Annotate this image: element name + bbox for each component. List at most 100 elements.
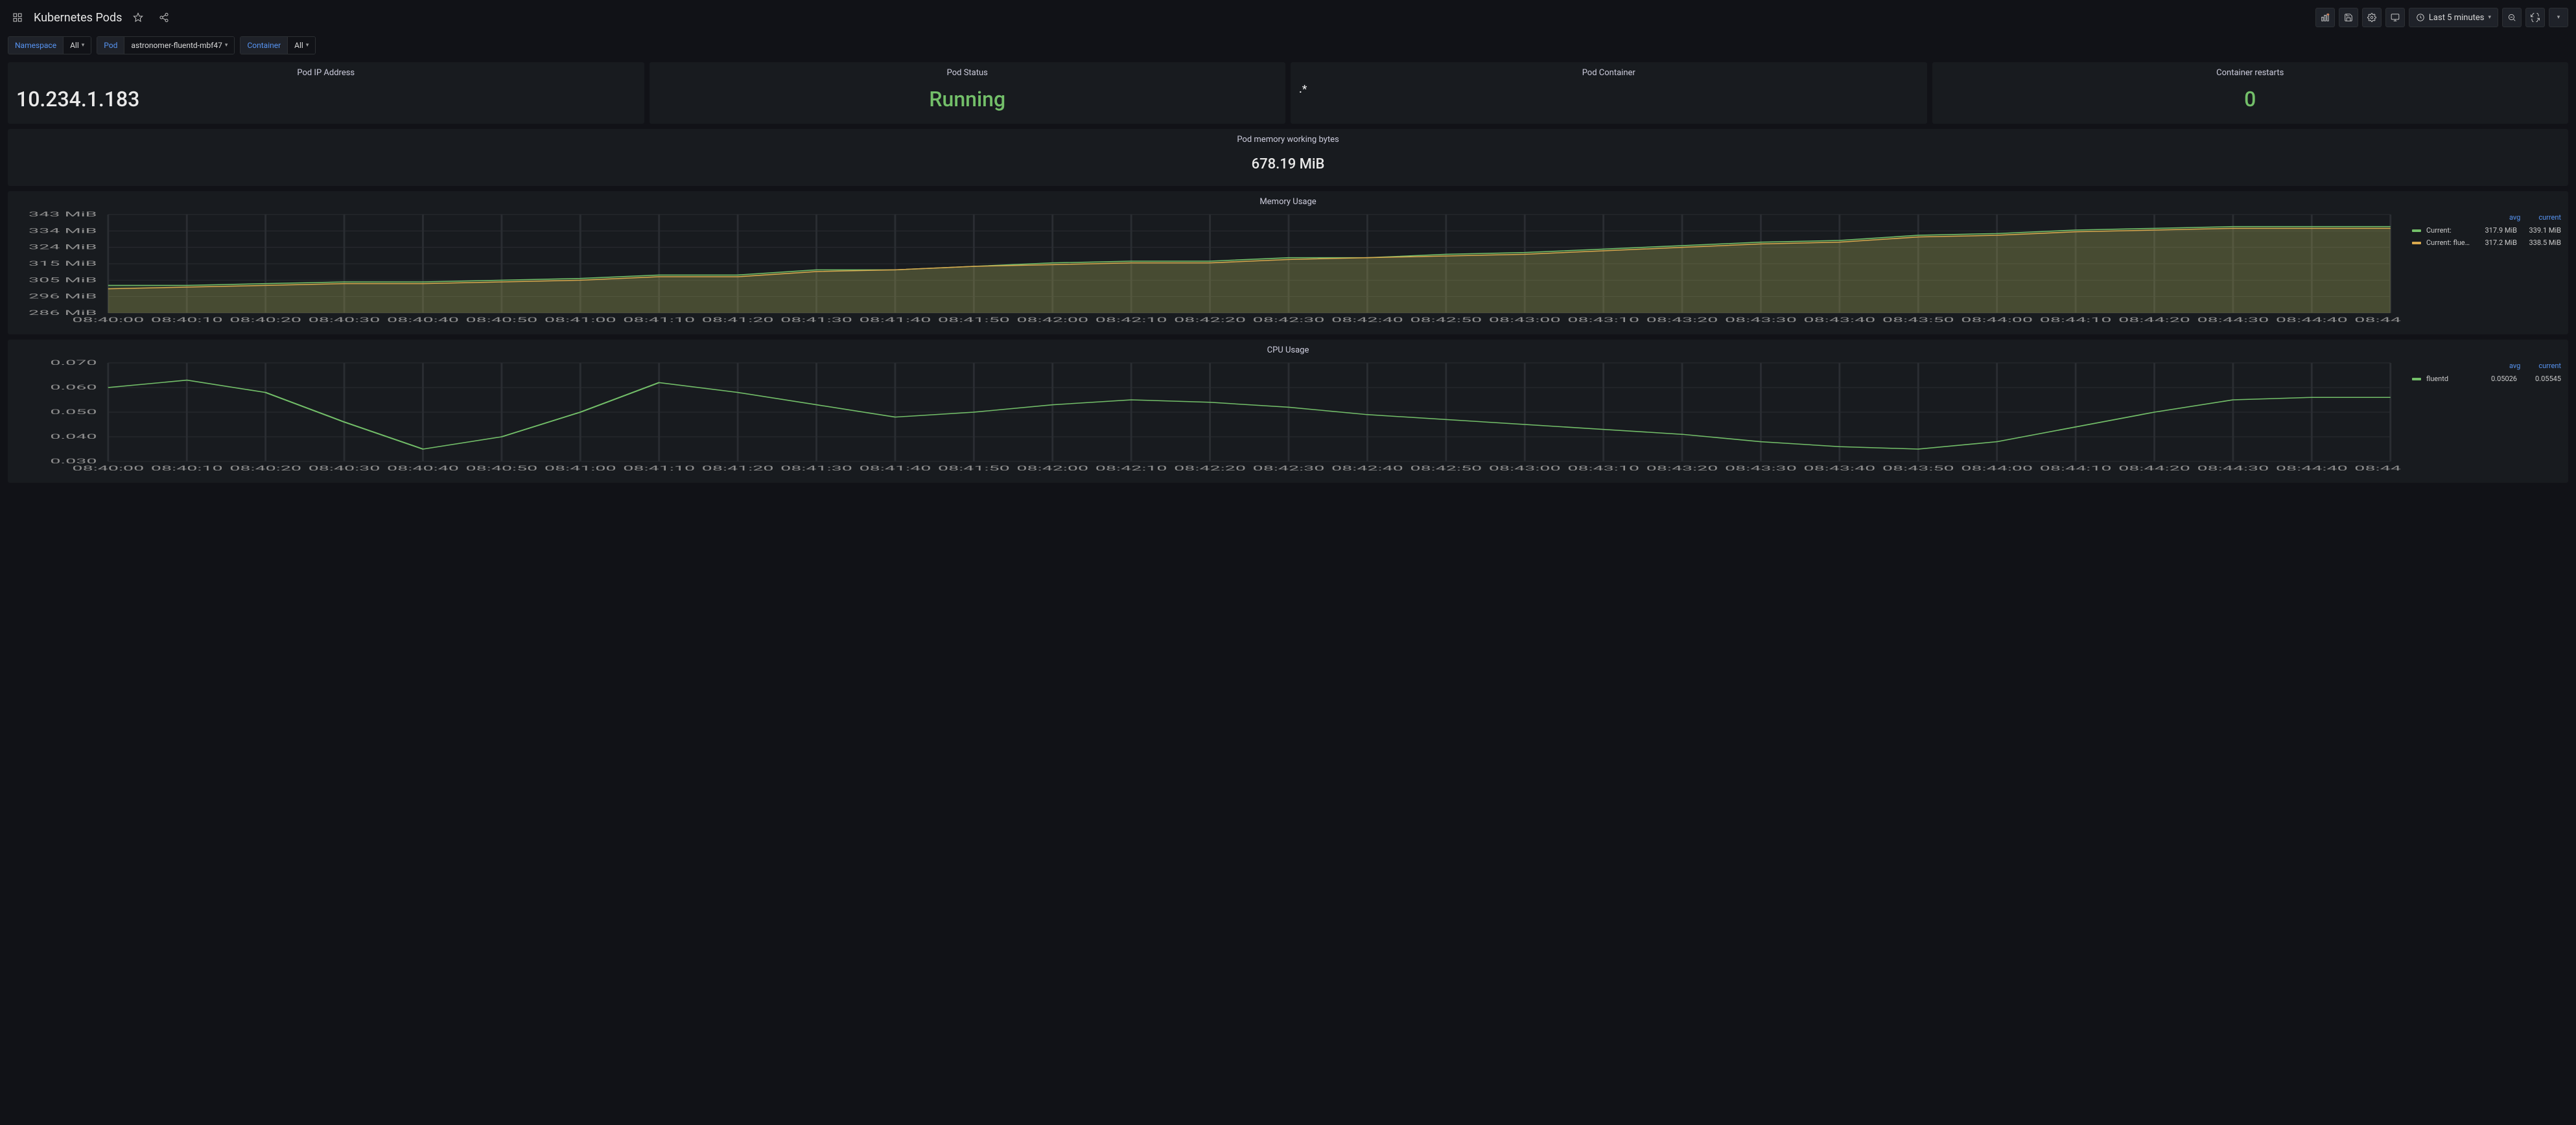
svg-text:08:41:50: 08:41:50 bbox=[938, 316, 1010, 324]
panel-pod-status[interactable]: Pod Status Running bbox=[650, 62, 1286, 124]
chart-canvas: 0.0300.0400.0500.0600.07008:40:0008:40:1… bbox=[15, 358, 2402, 477]
svg-text:08:43:40: 08:43:40 bbox=[1803, 465, 1875, 472]
svg-text:08:43:40: 08:43:40 bbox=[1803, 316, 1875, 324]
svg-text:0.070: 0.070 bbox=[50, 359, 97, 367]
legend-row[interactable]: Current:317.9 MiB339.1 MiB bbox=[2412, 224, 2561, 237]
svg-text:08:44:40: 08:44:40 bbox=[2276, 316, 2348, 324]
legend-series-name: Current: bbox=[2426, 226, 2473, 235]
var-container-value[interactable]: All▾ bbox=[288, 37, 315, 54]
monitor-icon[interactable] bbox=[2385, 8, 2405, 27]
svg-text:08:42:50: 08:42:50 bbox=[1410, 465, 1482, 472]
svg-text:08:44:50: 08:44:50 bbox=[2354, 316, 2402, 324]
svg-text:08:43:00: 08:43:00 bbox=[1489, 465, 1561, 472]
chevron-down-icon: ▾ bbox=[225, 42, 228, 49]
var-pod-value[interactable]: astronomer-fluentd-mbf47▾ bbox=[124, 37, 234, 54]
svg-text:08:42:50: 08:42:50 bbox=[1410, 316, 1482, 324]
svg-text:08:41:10: 08:41:10 bbox=[623, 465, 695, 472]
legend-swatch bbox=[2412, 378, 2421, 380]
var-namespace-value[interactable]: All▾ bbox=[64, 37, 91, 54]
share-icon[interactable] bbox=[154, 8, 174, 27]
chevron-down-icon: ▾ bbox=[82, 42, 85, 49]
save-button[interactable] bbox=[2339, 8, 2358, 27]
grid-icon[interactable] bbox=[8, 8, 27, 27]
refresh-button[interactable] bbox=[2525, 8, 2545, 27]
var-container: Container All▾ bbox=[240, 36, 316, 54]
legend-avg: 0.05026 bbox=[2478, 375, 2517, 383]
legend-row[interactable]: fluentd0.050260.05545 bbox=[2412, 373, 2561, 385]
stats-row: Pod IP Address 10.234.1.183 Pod Status R… bbox=[8, 62, 2568, 124]
svg-text:08:43:30: 08:43:30 bbox=[1725, 316, 1797, 324]
svg-text:08:41:50: 08:41:50 bbox=[938, 465, 1010, 472]
time-range-button[interactable]: Last 5 minutes ▾ bbox=[2409, 8, 2498, 27]
svg-text:08:40:50: 08:40:50 bbox=[465, 465, 537, 472]
svg-text:08:43:10: 08:43:10 bbox=[1567, 316, 1639, 324]
svg-text:08:44:00: 08:44:00 bbox=[1961, 316, 2033, 324]
chart-body: 286 MiB296 MiB305 MiB315 MiB324 MiB334 M… bbox=[8, 209, 2568, 334]
legend-current-label: current bbox=[2538, 362, 2561, 370]
var-pod-label: Pod bbox=[97, 37, 124, 54]
svg-text:08:41:00: 08:41:00 bbox=[544, 465, 616, 472]
svg-text:08:44:20: 08:44:20 bbox=[2118, 465, 2190, 472]
stat-value: 10.234.1.183 bbox=[8, 80, 644, 123]
var-container-label: Container bbox=[240, 37, 288, 54]
panel-memory-usage[interactable]: Memory Usage 286 MiB296 MiB305 MiB315 Mi… bbox=[8, 191, 2568, 334]
add-panel-button[interactable] bbox=[2315, 8, 2335, 27]
legend-current-label: current bbox=[2538, 213, 2561, 222]
svg-text:08:43:20: 08:43:20 bbox=[1646, 316, 1718, 324]
panel-title: Container restarts bbox=[1933, 63, 2568, 80]
svg-text:08:42:40: 08:42:40 bbox=[1331, 316, 1403, 324]
svg-text:08:41:20: 08:41:20 bbox=[702, 316, 774, 324]
chevron-down-icon: ▾ bbox=[2557, 14, 2560, 21]
panel-container-restarts[interactable]: Container restarts 0 bbox=[1932, 62, 2569, 124]
zoom-out-button[interactable] bbox=[2502, 8, 2522, 27]
panel-cpu-usage[interactable]: CPU Usage 0.0300.0400.0500.0600.07008:40… bbox=[8, 340, 2568, 483]
stat-value: 678.19 MiB bbox=[8, 147, 2568, 185]
svg-text:0.050: 0.050 bbox=[50, 408, 97, 416]
svg-text:08:41:20: 08:41:20 bbox=[702, 465, 774, 472]
row-memory-bytes: Pod memory working bytes 678.19 MiB bbox=[8, 129, 2568, 186]
panel-title: CPU Usage bbox=[8, 340, 2568, 358]
svg-text:08:41:30: 08:41:30 bbox=[780, 316, 852, 324]
legend-avg: 317.9 MiB bbox=[2478, 226, 2517, 235]
svg-text:08:44:10: 08:44:10 bbox=[2040, 316, 2112, 324]
chart-canvas: 286 MiB296 MiB305 MiB315 MiB324 MiB334 M… bbox=[15, 209, 2402, 329]
time-range-label: Last 5 minutes bbox=[2429, 13, 2485, 23]
svg-text:08:44:10: 08:44:10 bbox=[2040, 465, 2112, 472]
stat-value: Running bbox=[650, 80, 1285, 123]
svg-text:08:41:40: 08:41:40 bbox=[860, 316, 931, 324]
dashboard-title: Kubernetes Pods bbox=[34, 11, 122, 25]
svg-text:08:40:00: 08:40:00 bbox=[72, 316, 144, 324]
svg-text:08:41:00: 08:41:00 bbox=[544, 316, 616, 324]
chevron-down-icon: ▾ bbox=[2488, 14, 2491, 21]
svg-text:08:44:30: 08:44:30 bbox=[2197, 316, 2269, 324]
legend-avg: 317.2 MiB bbox=[2478, 238, 2517, 247]
header-bar: Kubernetes Pods Last 5 minutes ▾ bbox=[8, 5, 2568, 32]
chart-body: 0.0300.0400.0500.0600.07008:40:0008:40:1… bbox=[8, 358, 2568, 482]
svg-text:08:44:40: 08:44:40 bbox=[2276, 465, 2348, 472]
svg-text:08:41:40: 08:41:40 bbox=[860, 465, 931, 472]
svg-text:08:42:00: 08:42:00 bbox=[1016, 465, 1088, 472]
svg-text:08:44:00: 08:44:00 bbox=[1961, 465, 2033, 472]
svg-text:08:40:50: 08:40:50 bbox=[465, 316, 537, 324]
legend-current: 0.05545 bbox=[2522, 375, 2561, 383]
refresh-menu-button[interactable]: ▾ bbox=[2549, 8, 2568, 27]
panel-pod-container[interactable]: Pod Container .* bbox=[1291, 62, 1927, 124]
row-cpu-chart: CPU Usage 0.0300.0400.0500.0600.07008:40… bbox=[8, 340, 2568, 483]
svg-text:08:43:50: 08:43:50 bbox=[1882, 316, 1954, 324]
row-memory-chart: Memory Usage 286 MiB296 MiB305 MiB315 Mi… bbox=[8, 191, 2568, 334]
settings-button[interactable] bbox=[2362, 8, 2382, 27]
svg-text:305 MiB: 305 MiB bbox=[29, 277, 97, 284]
stat-value: 0 bbox=[1933, 80, 2568, 123]
svg-text:08:40:30: 08:40:30 bbox=[309, 316, 381, 324]
svg-text:08:42:10: 08:42:10 bbox=[1095, 465, 1167, 472]
panel-pod-ip[interactable]: Pod IP Address 10.234.1.183 bbox=[8, 62, 644, 124]
star-icon[interactable] bbox=[128, 8, 148, 27]
svg-text:08:42:30: 08:42:30 bbox=[1253, 316, 1325, 324]
svg-text:0.030: 0.030 bbox=[50, 458, 97, 465]
legend-current: 338.5 MiB bbox=[2522, 238, 2561, 247]
legend-row[interactable]: Current: fluentd317.2 MiB338.5 MiB bbox=[2412, 237, 2561, 249]
panel-title: Pod Status bbox=[650, 63, 1285, 80]
svg-text:08:40:40: 08:40:40 bbox=[387, 316, 459, 324]
panel-memory-bytes[interactable]: Pod memory working bytes 678.19 MiB bbox=[8, 129, 2568, 186]
svg-text:08:43:50: 08:43:50 bbox=[1882, 465, 1954, 472]
